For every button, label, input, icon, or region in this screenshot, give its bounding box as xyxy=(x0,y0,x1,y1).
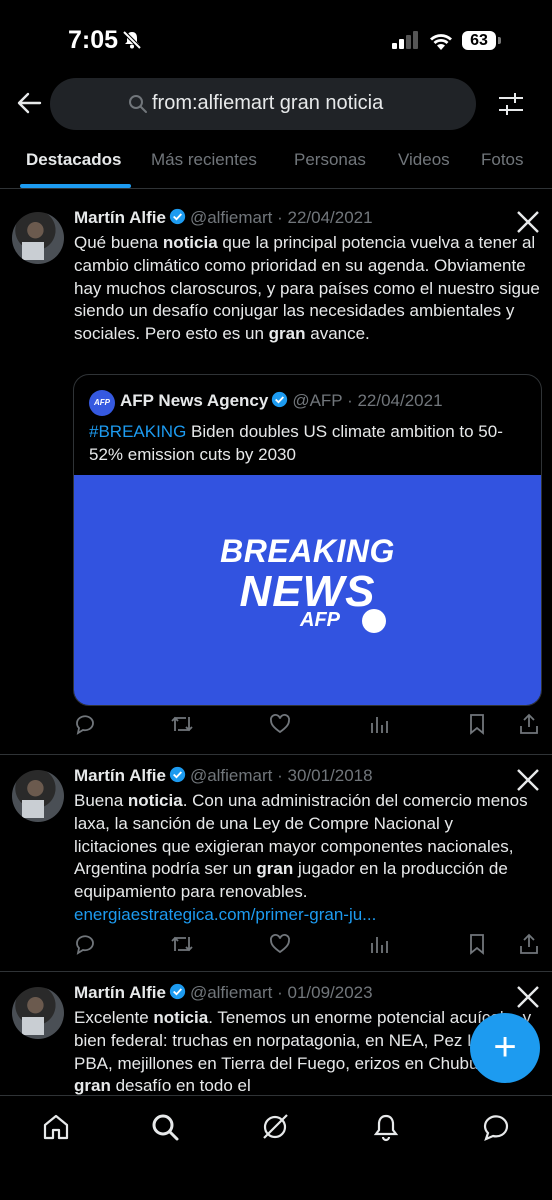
tweet-link[interactable]: energiaestrategica.com/primer-gran-ju... xyxy=(74,905,376,924)
quote-header: AFP News Agency @AFP · 22/04/2021 xyxy=(120,391,443,411)
views-icon[interactable] xyxy=(368,933,390,955)
like-icon[interactable] xyxy=(269,713,291,735)
media-text-breaking: BREAKING xyxy=(220,533,395,569)
x-logo-icon[interactable] xyxy=(516,210,540,234)
silent-bell-icon xyxy=(122,30,142,50)
like-icon[interactable] xyxy=(269,933,291,955)
author-handle[interactable]: @alfiemart xyxy=(190,208,272,227)
quoted-tweet[interactable]: AFP AFP News Agency @AFP · 22/04/2021 #BR… xyxy=(73,374,542,706)
notifications-icon[interactable] xyxy=(371,1112,401,1142)
avatar[interactable] xyxy=(12,212,64,264)
verified-badge-icon xyxy=(169,766,186,783)
x-logo-icon[interactable] xyxy=(516,768,540,792)
quote-author-handle[interactable]: @AFP xyxy=(292,391,342,410)
x-logo-icon[interactable] xyxy=(516,985,540,1009)
search-icon xyxy=(129,95,147,113)
share-icon[interactable] xyxy=(518,713,540,735)
tab-personas[interactable]: Personas xyxy=(294,150,366,170)
battery-tip xyxy=(498,37,501,44)
author-name[interactable]: Martín Alfie xyxy=(74,766,166,785)
views-icon[interactable] xyxy=(368,713,390,735)
tweet-header: Martín Alfie @alfiemart · 01/09/2023 xyxy=(74,983,373,1003)
tweet-header: Martín Alfie @alfiemart · 30/01/2018 xyxy=(74,766,373,786)
author-name[interactable]: Martín Alfie xyxy=(74,983,166,1002)
author-handle[interactable]: @alfiemart xyxy=(190,766,272,785)
plus-icon: + xyxy=(493,1025,517,1069)
hashtag-link[interactable]: #BREAKING xyxy=(89,422,186,441)
avatar[interactable] xyxy=(12,987,64,1039)
author-name[interactable]: Martín Alfie xyxy=(74,208,166,227)
share-icon[interactable] xyxy=(518,933,540,955)
quote-media-image[interactable]: BREAKING NEWS AFP xyxy=(74,475,541,705)
quote-author-name[interactable]: AFP News Agency xyxy=(120,391,268,410)
verified-badge-icon xyxy=(169,983,186,1000)
verified-badge-icon xyxy=(272,391,288,408)
search-input[interactable]: from:alfiemart gran noticia xyxy=(50,78,476,130)
status-bar: 7:05 63 xyxy=(0,0,552,80)
retweet-icon[interactable] xyxy=(170,933,194,955)
search-tabs: Destacados Más recientes Personas Videos… xyxy=(0,140,552,189)
grok-icon[interactable] xyxy=(260,1112,290,1142)
status-time: 7:05 xyxy=(68,26,119,54)
reply-icon[interactable] xyxy=(74,713,96,735)
wifi-icon xyxy=(430,34,452,50)
tweet[interactable]: Martín Alfie @alfiemart · 30/01/2018 Buen… xyxy=(0,756,552,972)
bookmark-icon[interactable] xyxy=(466,713,488,735)
search-icon[interactable] xyxy=(150,1112,180,1142)
reply-icon[interactable] xyxy=(74,933,96,955)
avatar[interactable] xyxy=(12,770,64,822)
tweet-date: · 30/01/2018 xyxy=(277,766,373,785)
cellular-signal-icon xyxy=(392,31,418,49)
compose-button[interactable]: + xyxy=(470,1013,540,1083)
active-tab-indicator xyxy=(20,184,131,188)
tweet-header: Martín Alfie @alfiemart · 22/04/2021 xyxy=(74,208,373,228)
verified-badge-icon xyxy=(169,208,186,225)
tweet-text: Qué buena noticia que la principal poten… xyxy=(74,233,540,344)
media-text-afp: AFP xyxy=(300,609,340,631)
tweet-actions xyxy=(74,933,544,961)
search-query: from:alfiemart gran noticia xyxy=(152,92,384,114)
tweet[interactable]: Martín Alfie @alfiemart · 22/04/2021 Qué … xyxy=(0,198,552,755)
messages-icon[interactable] xyxy=(481,1112,511,1142)
tweet-date: · 22/04/2021 xyxy=(277,208,373,227)
tab-videos[interactable]: Videos xyxy=(398,150,450,170)
bookmark-icon[interactable] xyxy=(466,933,488,955)
bottom-navigation xyxy=(0,1095,552,1200)
author-handle[interactable]: @alfiemart xyxy=(190,983,272,1002)
tweet-text: Buena noticia. Con una administración de… xyxy=(74,791,528,924)
tweet-actions xyxy=(74,713,544,741)
retweet-icon[interactable] xyxy=(170,713,194,735)
tweet-date: · 01/09/2023 xyxy=(277,983,373,1002)
filter-settings-icon[interactable] xyxy=(497,90,525,118)
tab-destacados[interactable]: Destacados xyxy=(26,150,121,170)
battery-level: 63 xyxy=(462,31,496,50)
back-arrow-icon[interactable] xyxy=(16,90,42,116)
tab-fotos[interactable]: Fotos xyxy=(481,150,524,170)
home-icon[interactable] xyxy=(41,1112,71,1142)
quote-avatar[interactable]: AFP xyxy=(89,390,115,416)
quote-date: · 22/04/2021 xyxy=(347,391,443,410)
tab-mas-recientes[interactable]: Más recientes xyxy=(151,150,257,170)
media-dot xyxy=(362,609,386,633)
quote-text: #BREAKING Biden doubles US climate ambit… xyxy=(89,422,503,464)
